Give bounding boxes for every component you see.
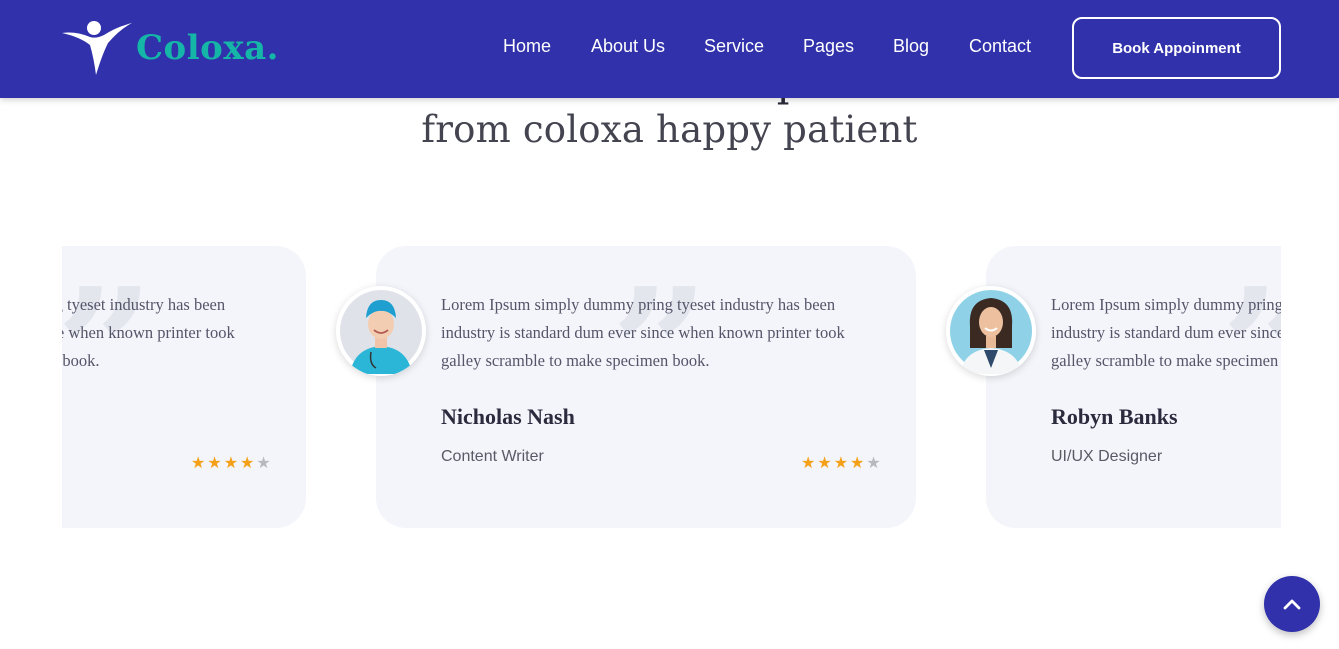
person-role: UI/UX Designer	[1051, 448, 1163, 465]
testimonial-card: ” Lorem Ipsum simply dummy pring tyeset …	[376, 246, 916, 528]
star-filled-icon: ★	[833, 453, 849, 472]
testimonial-text: Lorem Ipsum simply dummy pring tyeset in…	[441, 295, 845, 370]
chevron-up-icon	[1283, 599, 1301, 610]
testimonial-text: Lorem Ipsum simply dummy pring tyeset in…	[1051, 295, 1281, 370]
person-name: Robyn Banks	[1051, 404, 1178, 429]
person-name: Nicholas Nash	[441, 404, 575, 429]
star-filled-icon: ★	[223, 453, 239, 472]
rating-stars: ★ ★ ★ ★ ★	[191, 455, 271, 471]
doctor-portrait-icon	[946, 286, 1036, 376]
testimonial-card: ” Lorem Ipsum simply dummy pring tyeset …	[986, 246, 1281, 528]
avatar-doctor	[946, 286, 1036, 376]
testimonial-carousel[interactable]: ” Lorem Ipsum simply dummy pring tyeset …	[62, 246, 1281, 528]
avatar-nurse	[336, 286, 426, 376]
back-to-top-button[interactable]	[1264, 576, 1320, 632]
star-empty-icon: ★	[866, 453, 881, 472]
book-appointment-button[interactable]: Book Appoinment	[1072, 17, 1281, 79]
nav-contact[interactable]: Contact	[969, 36, 1031, 57]
person-role: Content Writer	[441, 448, 544, 465]
rating-stars: ★ ★ ★ ★ ★	[801, 455, 881, 471]
nurse-portrait-icon	[336, 286, 426, 376]
brand-logo[interactable]: Coloxa.	[60, 18, 279, 78]
star-empty-icon: ★	[256, 453, 271, 472]
star-filled-icon: ★	[240, 453, 255, 472]
star-filled-icon: ★	[850, 453, 865, 472]
brand-name: Coloxa.	[136, 28, 279, 68]
testimonial-card: ” Lorem Ipsum simply dummy pring tyeset …	[62, 246, 306, 528]
section-subheading: from coloxa happy patient	[421, 108, 918, 151]
nav-blog[interactable]: Blog	[893, 36, 929, 57]
person-logo-icon	[62, 21, 132, 75]
nav-pages[interactable]: Pages	[803, 36, 854, 57]
star-filled-icon: ★	[207, 453, 222, 472]
star-filled-icon: ★	[817, 453, 832, 472]
nav-service[interactable]: Service	[704, 36, 764, 57]
testimonial-text: Lorem Ipsum simply dummy pring tyeset in…	[62, 295, 235, 370]
star-filled-icon: ★	[801, 453, 816, 472]
nav-home[interactable]: Home	[503, 36, 551, 57]
site-header: Coloxa. Home About Us Service Pages Blog…	[0, 0, 1339, 98]
nav-about-us[interactable]: About Us	[591, 36, 665, 57]
star-filled-icon: ★	[191, 453, 206, 472]
